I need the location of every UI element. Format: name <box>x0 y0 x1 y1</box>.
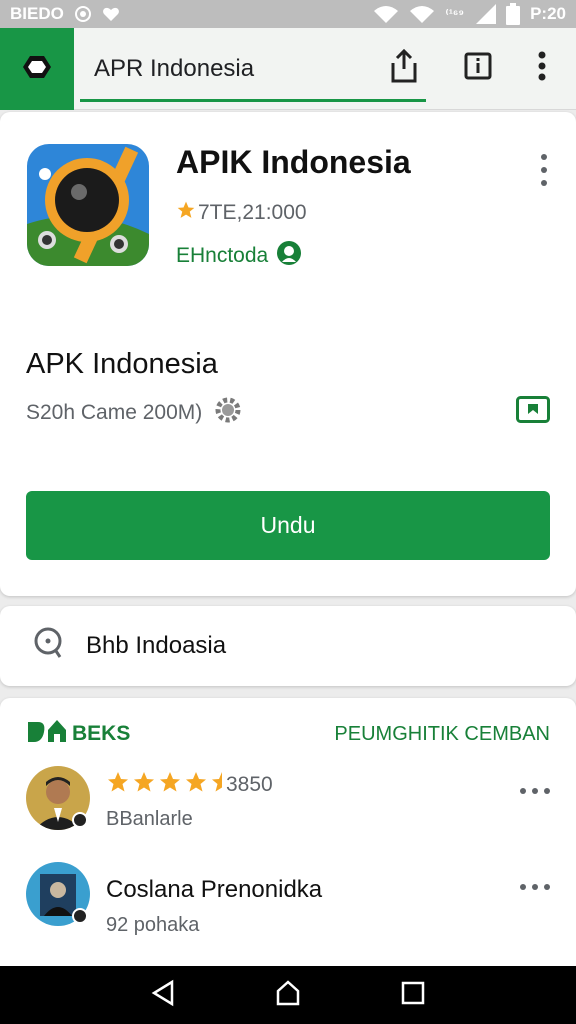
review-item[interactable]: Coslana Prenonidka 92 pohaka <box>26 862 556 936</box>
more-vert-icon <box>541 154 547 160</box>
app-bar: APR Indonesia <box>0 28 576 110</box>
store-logo-icon <box>26 718 66 750</box>
more-vert-icon <box>538 51 546 86</box>
status-bar: BIEDO ⁽¹⁶⁹ P:20 <box>0 0 576 28</box>
home-outline-icon <box>274 979 302 1012</box>
more-horiz-icon <box>520 884 526 890</box>
recents-square-icon <box>401 981 425 1010</box>
star-icon <box>176 200 196 226</box>
avatar-badge-icon <box>72 812 88 828</box>
system-nav-bar <box>0 966 576 1024</box>
review-score: 3850 <box>226 773 273 796</box>
signal-icon <box>474 4 497 24</box>
search-field[interactable]: APR Indonesia <box>80 38 426 102</box>
search-field-text: APR Indonesia <box>94 54 255 82</box>
rating-text: 7TE,21:000 <box>198 201 307 224</box>
reviews-card: BEKS PEUMGHITIK CEMBAN 3850 BBanlarle Co… <box>0 698 576 978</box>
review-more-button[interactable] <box>520 884 550 892</box>
more-vert-dot <box>541 180 547 186</box>
app-detail-card: APIK Indonesia 7TE,21:000 EHnctoda APK I… <box>0 112 576 596</box>
review-rating: 3850 <box>106 770 273 800</box>
gear-icon <box>214 396 242 430</box>
status-left-text: BIEDO <box>10 4 64 23</box>
review-item[interactable]: 3850 BBanlarle <box>26 766 556 836</box>
status-time: P:20 <box>530 4 566 23</box>
search-card-text: Bhb Indoasia <box>86 632 227 659</box>
developer-name: EHnctoda <box>176 244 269 267</box>
app-title: APIK Indonesia <box>176 144 411 180</box>
record-icon <box>74 5 92 23</box>
search-card[interactable]: Bhb Indoasia <box>0 606 576 686</box>
home-icon <box>21 53 53 86</box>
heart-icon <box>102 6 120 22</box>
share-button[interactable] <box>384 48 424 88</box>
star-icon <box>158 770 182 800</box>
app-meta-text: S20h Came 200M) <box>26 401 203 424</box>
recents-button[interactable] <box>393 975 433 1015</box>
see-all-reviews-link[interactable]: PEUMGHITIK CEMBAN <box>334 723 550 746</box>
info-button[interactable] <box>458 48 498 88</box>
star-icon <box>106 770 130 800</box>
developer-row[interactable]: EHnctoda <box>176 240 302 272</box>
app-icon[interactable] <box>27 144 149 266</box>
reviews-header: BEKS PEUMGHITIK CEMBAN <box>26 718 550 750</box>
more-horiz-dot <box>532 884 538 890</box>
overflow-menu-button[interactable] <box>522 48 562 88</box>
app-rating: 7TE,21:000 <box>176 200 307 226</box>
star-half-icon <box>210 770 224 800</box>
install-button[interactable]: Undu <box>26 491 550 560</box>
home-button[interactable] <box>0 28 74 110</box>
more-horiz-dot <box>544 788 550 794</box>
carrier-mark: ⁽¹⁶⁹ <box>445 7 465 21</box>
search-icon <box>32 625 68 668</box>
more-horiz-dot <box>544 884 550 890</box>
app-more-button[interactable] <box>532 150 556 190</box>
more-vert-dot <box>541 167 547 173</box>
review-more-button[interactable] <box>520 788 550 796</box>
star-icon <box>132 770 156 800</box>
review-author: Coslana Prenonidka <box>106 876 323 903</box>
share-icon <box>389 48 419 88</box>
wifi-icon <box>409 5 435 23</box>
battery-icon <box>506 3 521 25</box>
verified-badge-icon <box>276 240 302 272</box>
more-horiz-dot <box>532 788 538 794</box>
back-triangle-icon <box>150 979 176 1012</box>
more-horiz-icon <box>520 788 526 794</box>
back-button[interactable] <box>143 975 183 1015</box>
star-icon <box>184 770 208 800</box>
reviews-brand-label: BEKS <box>72 722 131 745</box>
bookmark-icon <box>516 396 550 430</box>
wifi-icon <box>373 5 399 23</box>
info-icon <box>464 52 492 85</box>
app-subtitle: APK Indonesia <box>26 348 218 380</box>
home-nav-button[interactable] <box>268 975 308 1015</box>
app-meta: S20h Came 200M) <box>26 396 242 430</box>
wishlist-button[interactable] <box>516 396 550 426</box>
avatar-badge-icon <box>72 908 88 924</box>
review-subtext: 92 pohaka <box>106 914 200 936</box>
review-author: BBanlarle <box>106 808 193 830</box>
